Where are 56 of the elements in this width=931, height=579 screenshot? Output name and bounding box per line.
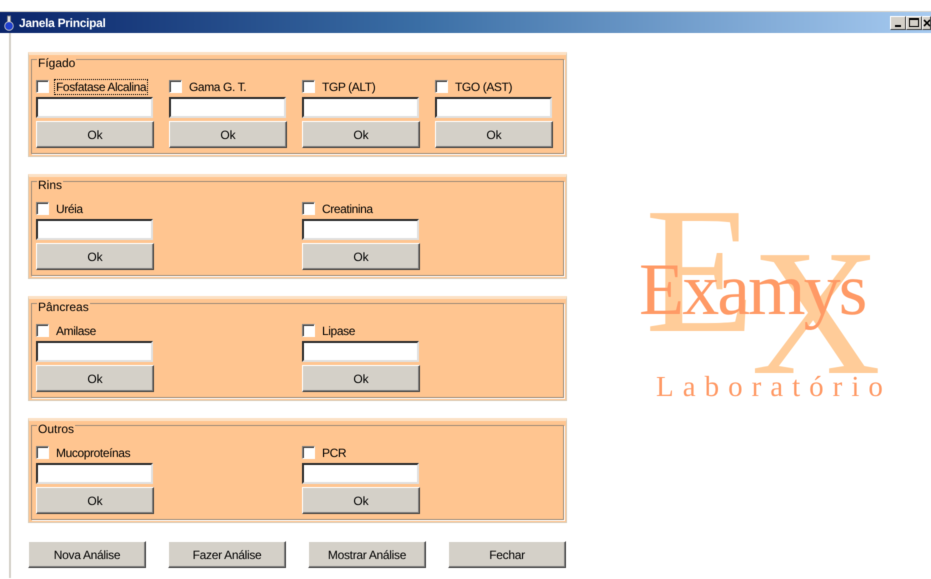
checkbox-label[interactable]: Creatinina bbox=[320, 200, 375, 216]
ok-button[interactable]: Ok bbox=[36, 365, 154, 392]
input-field[interactable] bbox=[36, 341, 153, 362]
group-title: Pâncreas bbox=[37, 300, 90, 314]
checkbox[interactable] bbox=[36, 202, 49, 215]
input-field[interactable] bbox=[169, 97, 286, 118]
ok-button[interactable]: Ok bbox=[302, 487, 420, 514]
checkbox[interactable] bbox=[435, 80, 448, 93]
ok-button[interactable]: Ok bbox=[302, 121, 420, 148]
input-field[interactable] bbox=[435, 97, 552, 118]
checkbox[interactable] bbox=[302, 446, 315, 459]
checkbox-label[interactable]: TGP (ALT) bbox=[320, 78, 378, 94]
close-button[interactable] bbox=[922, 16, 931, 30]
checkbox[interactable] bbox=[36, 80, 49, 93]
group-title: Outros bbox=[37, 422, 76, 436]
checkbox-label[interactable]: TGO (AST) bbox=[453, 78, 514, 94]
input-field[interactable] bbox=[36, 219, 153, 240]
checkbox[interactable] bbox=[302, 324, 315, 337]
ok-button[interactable]: Ok bbox=[302, 365, 420, 392]
checkbox[interactable] bbox=[302, 80, 315, 93]
group-title: Fígado bbox=[37, 56, 76, 70]
input-field[interactable] bbox=[302, 463, 419, 484]
input-field[interactable] bbox=[36, 463, 153, 484]
minimize-button[interactable] bbox=[890, 16, 906, 30]
checkbox[interactable] bbox=[302, 202, 315, 215]
minimize-icon bbox=[895, 24, 901, 26]
action-button[interactable]: Mostrar Análise bbox=[308, 541, 426, 568]
checkbox[interactable] bbox=[36, 446, 49, 459]
ok-button[interactable]: Ok bbox=[36, 487, 154, 514]
checkbox-label[interactable]: PCR bbox=[320, 444, 348, 460]
action-button[interactable]: Fazer Análise bbox=[168, 541, 286, 568]
ok-button[interactable]: Ok bbox=[36, 243, 154, 270]
maximize-button[interactable] bbox=[906, 16, 922, 30]
input-field[interactable] bbox=[302, 219, 419, 240]
checkbox-label[interactable]: Lipase bbox=[320, 322, 357, 338]
checkbox[interactable] bbox=[169, 80, 182, 93]
window-title: Janela Principal bbox=[19, 16, 106, 30]
checkbox[interactable] bbox=[36, 324, 49, 337]
ok-button[interactable]: Ok bbox=[36, 121, 154, 148]
input-field[interactable] bbox=[36, 97, 153, 118]
flask-icon bbox=[3, 14, 15, 30]
checkbox-label[interactable]: Gama G. T. bbox=[187, 78, 248, 94]
input-field[interactable] bbox=[302, 341, 419, 362]
checkbox-label[interactable]: Amilase bbox=[54, 322, 98, 338]
ok-button[interactable]: Ok bbox=[435, 121, 553, 148]
group-title: Rins bbox=[37, 178, 64, 192]
checkbox-label[interactable]: Uréia bbox=[54, 200, 85, 216]
checkbox-label[interactable]: Fosfatase Alcalina bbox=[54, 78, 148, 94]
action-button[interactable]: Nova Análise bbox=[28, 541, 146, 568]
ok-button[interactable]: Ok bbox=[302, 243, 420, 270]
action-button[interactable]: Fechar bbox=[448, 541, 566, 568]
close-icon bbox=[923, 18, 930, 26]
maximize-icon bbox=[909, 18, 919, 27]
ok-button[interactable]: Ok bbox=[169, 121, 287, 148]
input-field[interactable] bbox=[302, 97, 419, 118]
checkbox-label[interactable]: Mucoproteínas bbox=[54, 444, 132, 460]
